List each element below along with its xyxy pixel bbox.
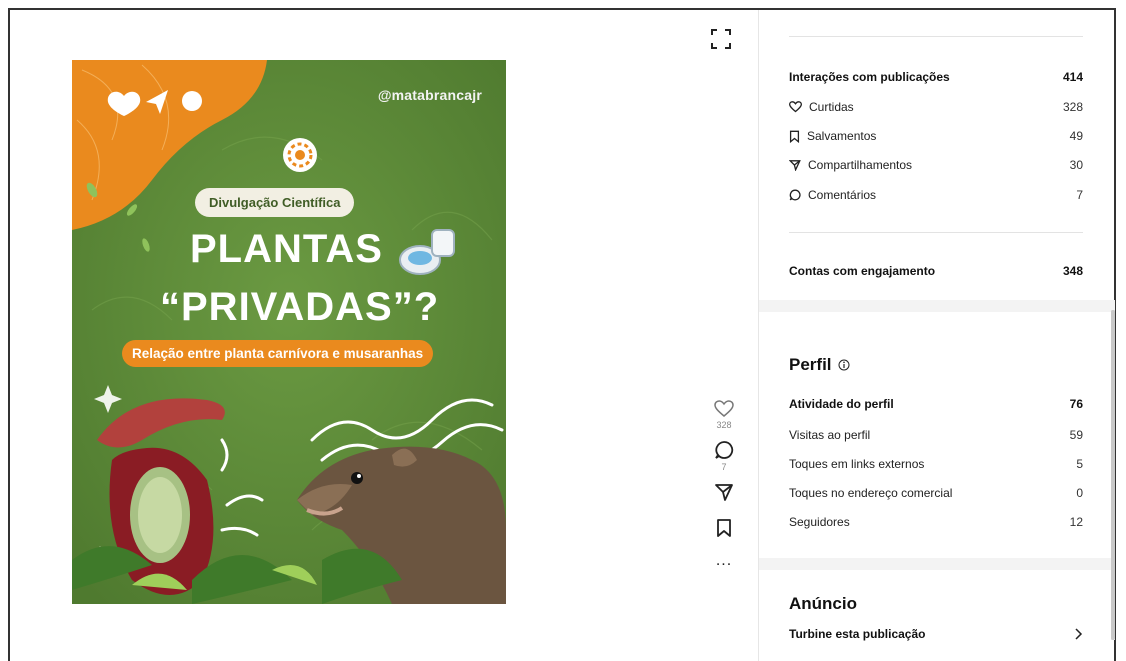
- metric-value: 59: [1069, 428, 1083, 442]
- metric-value: 49: [1069, 129, 1083, 143]
- engagement-value: 348: [1062, 264, 1083, 278]
- post-image: @matabrancajr Divulgação Científica PLAN…: [72, 60, 506, 604]
- profile-activity-value: 76: [1069, 397, 1083, 411]
- metric-value: 7: [1076, 188, 1083, 202]
- comment-count: 7: [721, 462, 727, 472]
- profile-followers-row: Seguidores 12: [789, 515, 1083, 529]
- divider: [789, 36, 1083, 37]
- save-bookmark-icon[interactable]: [716, 518, 732, 538]
- engagement-label: Contas com engajamento: [789, 264, 936, 278]
- section-separator: [759, 300, 1115, 312]
- more-options-button[interactable]: ...: [706, 552, 742, 570]
- ad-section-title: Anúncio: [789, 594, 857, 613]
- profile-visits-row: Visitas ao perfil 59: [789, 428, 1083, 442]
- profile-activity-row: Atividade do perfil 76: [789, 397, 1083, 411]
- post-tag: Divulgação Científica: [195, 188, 355, 217]
- scrollbar-thumb[interactable]: [1111, 310, 1115, 640]
- chevron-right-icon: [1075, 628, 1083, 640]
- metric-label: Visitas ao perfil: [789, 428, 871, 442]
- profile-address-taps-row: Toques no endereço comercial 0: [789, 486, 1083, 500]
- share-icon[interactable]: [714, 482, 734, 502]
- boost-post-button[interactable]: Turbine esta publicação: [789, 627, 1083, 641]
- boost-label: Turbine esta publicação: [789, 627, 926, 641]
- metric-value: 0: [1076, 486, 1083, 500]
- post-chat-icon: [182, 91, 202, 111]
- divider: [789, 232, 1083, 233]
- post-artwork: [72, 60, 506, 604]
- metric-saves: Salvamentos 49: [789, 129, 1083, 143]
- like-count: 328: [716, 420, 732, 430]
- post-logo-icon: [283, 138, 317, 172]
- profile-section-title: Perfil: [789, 355, 850, 375]
- like-heart-icon[interactable]: [714, 400, 734, 418]
- section-separator: [759, 558, 1115, 570]
- profile-link-taps-row: Toques em links externos 5: [789, 457, 1083, 471]
- info-icon[interactable]: [838, 359, 850, 371]
- interactions-label: Interações com publicações: [789, 70, 950, 84]
- metric-label: Compartilhamentos: [808, 158, 913, 172]
- scrollbar[interactable]: [1111, 310, 1115, 640]
- interactions-header: Interações com publicações 414: [789, 70, 1083, 84]
- interactions-total: 414: [1062, 70, 1083, 84]
- post-subtitle: Relação entre planta carnívora e musaran…: [122, 340, 434, 367]
- metric-label: Seguidores: [789, 515, 850, 529]
- post-title-line2: “PRIVADAS”?: [160, 285, 440, 329]
- metric-label: Toques no endereço comercial: [789, 486, 953, 500]
- post-action-column: 328 7 ...: [706, 400, 742, 570]
- comment-icon[interactable]: [714, 440, 734, 460]
- profile-activity-label: Atividade do perfil: [789, 397, 894, 411]
- share-icon: [789, 160, 801, 171]
- post-handle: @matabrancajr: [377, 87, 482, 103]
- metric-label: Salvamentos: [807, 129, 877, 143]
- metric-value: 5: [1076, 457, 1083, 471]
- comment-icon: [789, 189, 801, 201]
- metric-value: 328: [1062, 100, 1083, 114]
- insights-window: @matabrancajr Divulgação Científica PLAN…: [8, 8, 1116, 661]
- metric-label: Toques em links externos: [789, 457, 925, 471]
- insights-panel: Interações com publicações 414 Curtidas …: [758, 10, 1115, 661]
- metric-shares: Compartilhamentos 30: [789, 158, 1083, 172]
- expand-icon[interactable]: [710, 28, 732, 50]
- post-preview-area: @matabrancajr Divulgação Científica PLAN…: [10, 10, 758, 661]
- metric-likes: Curtidas 328: [789, 100, 1083, 114]
- metric-value: 30: [1069, 158, 1083, 172]
- engagement-row: Contas com engajamento 348: [789, 264, 1083, 278]
- post-title-line1: PLANTAS: [190, 227, 383, 271]
- heart-icon: [789, 101, 802, 113]
- metric-label: Curtidas: [809, 100, 854, 114]
- bookmark-icon: [789, 130, 800, 143]
- metric-value: 12: [1069, 515, 1083, 529]
- metric-comments: Comentários 7: [789, 188, 1083, 202]
- metric-label: Comentários: [808, 188, 877, 202]
